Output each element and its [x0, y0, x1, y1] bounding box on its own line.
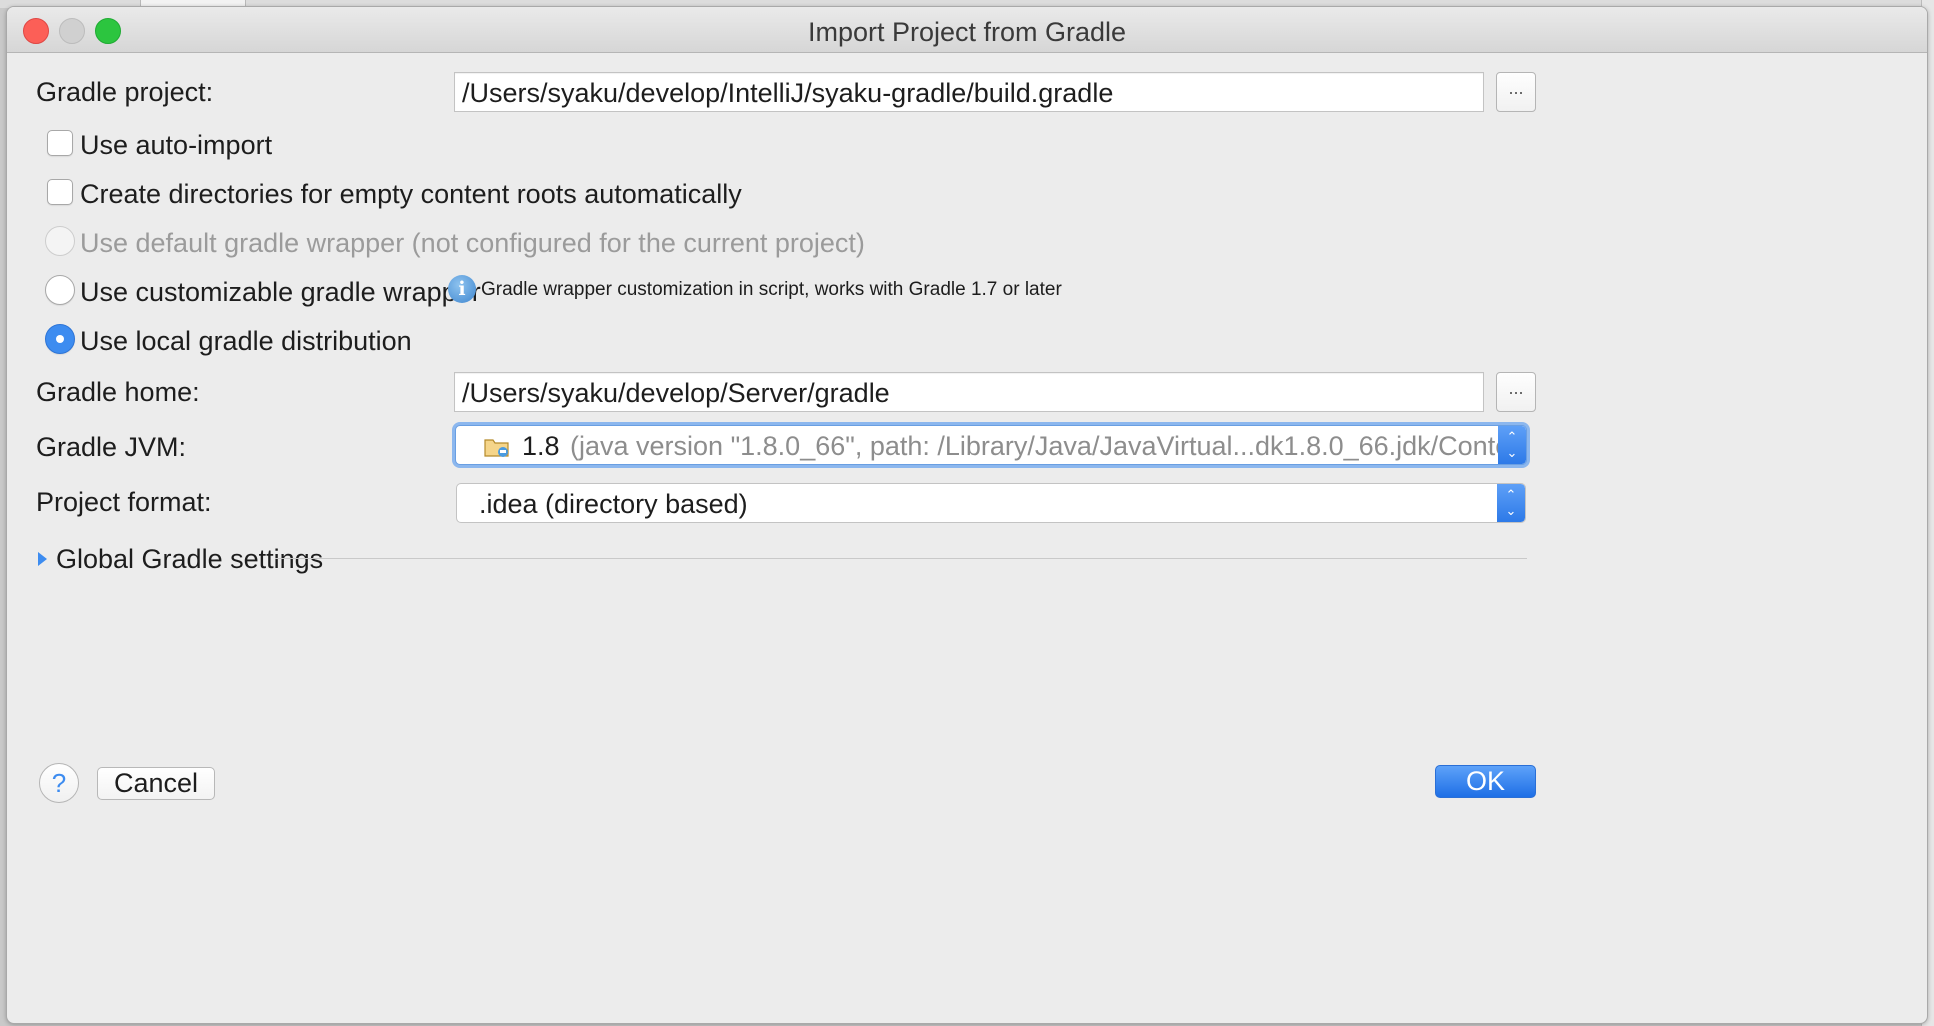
gradle-project-browse-button[interactable]: ... [1496, 72, 1536, 112]
default-wrapper-radio [45, 226, 75, 256]
import-gradle-dialog: Import Project from Gradle Gradle projec… [6, 6, 1928, 1024]
help-button[interactable]: ? [39, 763, 79, 803]
wrapper-info-text: Gradle wrapper customization in script, … [481, 279, 1062, 300]
auto-import-label[interactable]: Use auto-import [80, 130, 272, 161]
gradle-jvm-dropdown[interactable]: 1.8 (java version "1.8.0_66", path: /Lib… [455, 425, 1527, 465]
create-directories-label[interactable]: Create directories for empty content roo… [80, 179, 742, 210]
gradle-project-label: Gradle project: [36, 77, 214, 107]
info-icon: i [448, 275, 476, 303]
chevron-up-down-icon: ⌃ ⌄ [1497, 484, 1525, 522]
title-bar: Import Project from Gradle [7, 7, 1927, 53]
local-distribution-radio[interactable] [45, 324, 75, 354]
gradle-home-label: Gradle home: [36, 377, 200, 407]
jdk-folder-icon [484, 439, 509, 457]
project-format-value: .idea (directory based) [479, 489, 748, 519]
auto-import-checkbox[interactable] [47, 130, 73, 156]
local-distribution-label[interactable]: Use local gradle distribution [80, 326, 412, 357]
create-directories-checkbox[interactable] [47, 179, 73, 205]
default-wrapper-label: Use default gradle wrapper (not configur… [80, 228, 865, 258]
ok-button[interactable]: OK [1435, 765, 1536, 798]
jvm-version: 1.8 [522, 431, 560, 461]
dialog-title: Import Project from Gradle [807, 17, 1127, 47]
project-format-dropdown[interactable]: .idea (directory based) ⌃ ⌄ [456, 483, 1526, 523]
gradle-home-field[interactable]: /Users/syaku/develop/Server/gradle [454, 372, 1484, 412]
chevron-up-down-icon: ⌃ ⌄ [1498, 426, 1526, 464]
gradle-home-browse-button[interactable]: ... [1496, 372, 1536, 412]
global-gradle-settings-toggle[interactable]: Global Gradle settings [56, 544, 323, 575]
cancel-button[interactable]: Cancel [97, 767, 215, 800]
gradle-jvm-label: Gradle JVM: [36, 432, 187, 462]
customizable-wrapper-radio[interactable] [45, 275, 75, 305]
jvm-detail: (java version "1.8.0_66", path: /Library… [570, 431, 1526, 461]
customizable-wrapper-label[interactable]: Use customizable gradle wrapper [80, 277, 481, 308]
gradle-project-field[interactable]: /Users/syaku/develop/IntelliJ/syaku-grad… [454, 72, 1484, 112]
project-format-label: Project format: [36, 487, 212, 517]
section-divider [275, 558, 1527, 559]
disclosure-triangle-icon[interactable] [38, 552, 47, 566]
